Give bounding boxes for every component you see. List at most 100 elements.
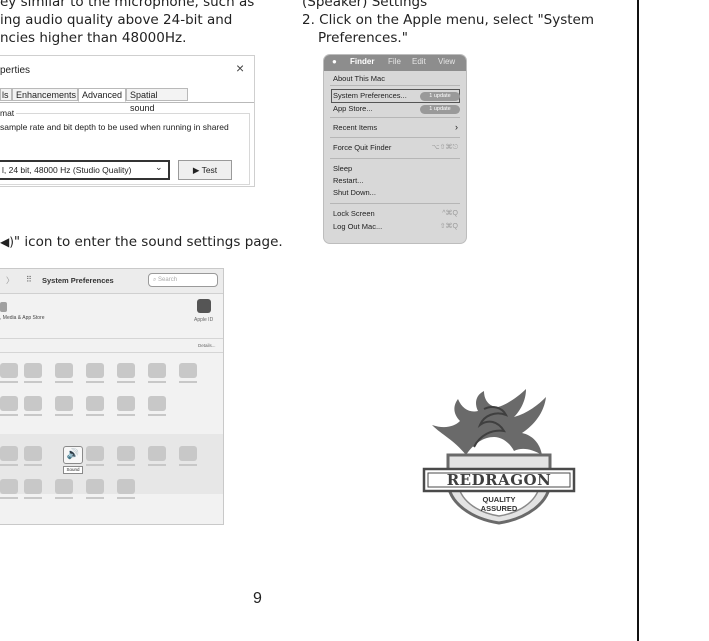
test-button-label: Test: [201, 165, 218, 175]
chevron-down-icon: ⌄: [155, 162, 163, 172]
pref-pane-icon[interactable]: [0, 479, 18, 494]
grid-icon[interactable]: ⠿: [26, 275, 32, 284]
pref-pane-label: [179, 464, 197, 466]
system-preferences-window: 〉 ⠿ System Preferences ⌕ Search , Media …: [0, 268, 224, 525]
forward-icon[interactable]: 〉: [6, 275, 14, 286]
search-placeholder: Search: [158, 277, 178, 283]
lock-shortcut: ^⌘Q: [442, 210, 458, 217]
page-number: 9: [253, 590, 262, 607]
menu-shut-down[interactable]: Shut Down...: [333, 188, 376, 197]
menu-sleep[interactable]: Sleep: [333, 164, 352, 173]
menu-restart[interactable]: Restart...: [333, 176, 363, 185]
pref-pane-icon[interactable]: [86, 363, 104, 378]
pref-pane-icon[interactable]: [55, 396, 73, 411]
test-button[interactable]: ▶ Test: [178, 160, 232, 180]
pref-pane-icon[interactable]: [179, 446, 197, 461]
pref-pane-icon[interactable]: [86, 396, 104, 411]
account-icon: [0, 302, 7, 312]
pref-pane-icon[interactable]: [24, 396, 42, 411]
pref-pane-label: [179, 381, 197, 383]
pref-pane-label: [86, 497, 104, 499]
logout-shortcut: ⇧⌘Q: [439, 223, 458, 230]
pref-pane-label: [55, 414, 73, 416]
pref-pane-icon[interactable]: [0, 396, 18, 411]
menu-app-store[interactable]: App Store...: [333, 104, 373, 113]
menu-log-out[interactable]: Log Out Mac...: [333, 222, 382, 231]
tab-advanced[interactable]: Advanced: [78, 88, 126, 102]
assured-label: ASSURED: [480, 504, 518, 513]
pref-pane-icon[interactable]: [86, 446, 104, 461]
tab-enhancements[interactable]: Enhancements: [12, 88, 78, 101]
pref-pane-icon[interactable]: [148, 396, 166, 411]
menu-system-preferences[interactable]: System Preferences...: [333, 91, 407, 100]
menu-divider: [330, 85, 460, 86]
menubar-file[interactable]: File: [388, 57, 401, 66]
brand-name: REDRAGON: [446, 471, 552, 489]
pref-pane-label: [117, 464, 135, 466]
pref-pane-label: [117, 381, 135, 383]
pref-pane-label: [148, 414, 166, 416]
pref-pane-label: [24, 464, 42, 466]
pref-pane-icon[interactable]: [148, 446, 166, 461]
step-2-line-2: Preferences.": [318, 30, 408, 46]
pref-pane-icon[interactable]: [24, 479, 42, 494]
apple-icon[interactable]: ●: [332, 57, 337, 66]
pref-pane-icon[interactable]: [0, 363, 18, 378]
tabs-divider: [0, 102, 254, 103]
apple-id-label: Apple ID: [194, 317, 214, 323]
menubar-edit[interactable]: Edit: [412, 57, 426, 66]
pref-pane-label: [24, 414, 42, 416]
force-quit-shortcut: ⌥⇧⌘⎋: [431, 144, 458, 151]
close-icon[interactable]: ×: [236, 60, 244, 76]
chevron-right-icon: ›: [455, 122, 458, 132]
pref-pane-icon[interactable]: [117, 446, 135, 461]
format-select[interactable]: l, 24 bit, 48000 Hz (Studio Quality): [0, 160, 170, 180]
menubar: ● Finder File Edit View: [324, 55, 466, 71]
update-badge: 1 update: [420, 105, 460, 114]
menu-divider: [330, 137, 460, 138]
sp-window-title: System Preferences: [42, 276, 114, 285]
dialog-title: perties: [0, 65, 31, 76]
pref-pane-label: [0, 414, 18, 416]
menu-lock-screen[interactable]: Lock Screen: [333, 209, 375, 218]
pref-pane-icon[interactable]: [24, 363, 42, 378]
pref-pane-icon[interactable]: [117, 363, 135, 378]
pref-pane-icon[interactable]: [117, 396, 135, 411]
pref-pane-icon[interactable]: [179, 363, 197, 378]
pref-pane-label: [55, 381, 73, 383]
pref-pane-icon[interactable]: [117, 479, 135, 494]
sound-icon-instruction: ◀)" icon to enter the sound settings pag…: [0, 233, 283, 252]
pref-pane-label: [148, 464, 166, 466]
menu-force-quit[interactable]: Force Quit Finder: [333, 143, 391, 152]
pref-pane-label: [0, 497, 18, 499]
menu-divider: [330, 158, 460, 159]
pref-pane-icon[interactable]: [148, 363, 166, 378]
page-border: [637, 0, 639, 641]
search-icon: ⌕: [153, 277, 157, 283]
menu-about[interactable]: About This Mac: [333, 74, 385, 83]
step-2-line-1: 2. Click on the Apple menu, select "Syst…: [302, 12, 595, 28]
tab-spatial-sound[interactable]: Spatial sound: [126, 88, 188, 113]
pref-pane-label: [55, 497, 73, 499]
pref-pane-icon[interactable]: [55, 363, 73, 378]
pref-pane-label: [117, 414, 135, 416]
menu-divider: [330, 117, 460, 118]
search-input[interactable]: ⌕ Search: [148, 273, 218, 287]
pref-pane-label: [117, 497, 135, 499]
pref-pane-label: [24, 497, 42, 499]
pref-pane-icon[interactable]: [0, 446, 18, 461]
menu-divider: [330, 203, 460, 204]
details-link[interactable]: Details...: [198, 343, 216, 348]
sound-pref-icon[interactable]: 🔊: [63, 446, 83, 464]
menubar-finder[interactable]: Finder: [350, 57, 374, 66]
pref-pane-icon[interactable]: [55, 479, 73, 494]
pref-pane-icon[interactable]: [24, 446, 42, 461]
menubar-view[interactable]: View: [438, 57, 455, 66]
menu-recent-items[interactable]: Recent Items: [333, 123, 377, 132]
apple-id-icon[interactable]: [197, 299, 211, 313]
quality-label: QUALITY: [482, 495, 516, 504]
tab-levels[interactable]: ls: [0, 88, 12, 101]
pref-pane-icon[interactable]: [86, 479, 104, 494]
pref-pane-label: [86, 381, 104, 383]
redragon-quality-badge: REDRAGON QUALITY ASSURED: [414, 385, 584, 525]
